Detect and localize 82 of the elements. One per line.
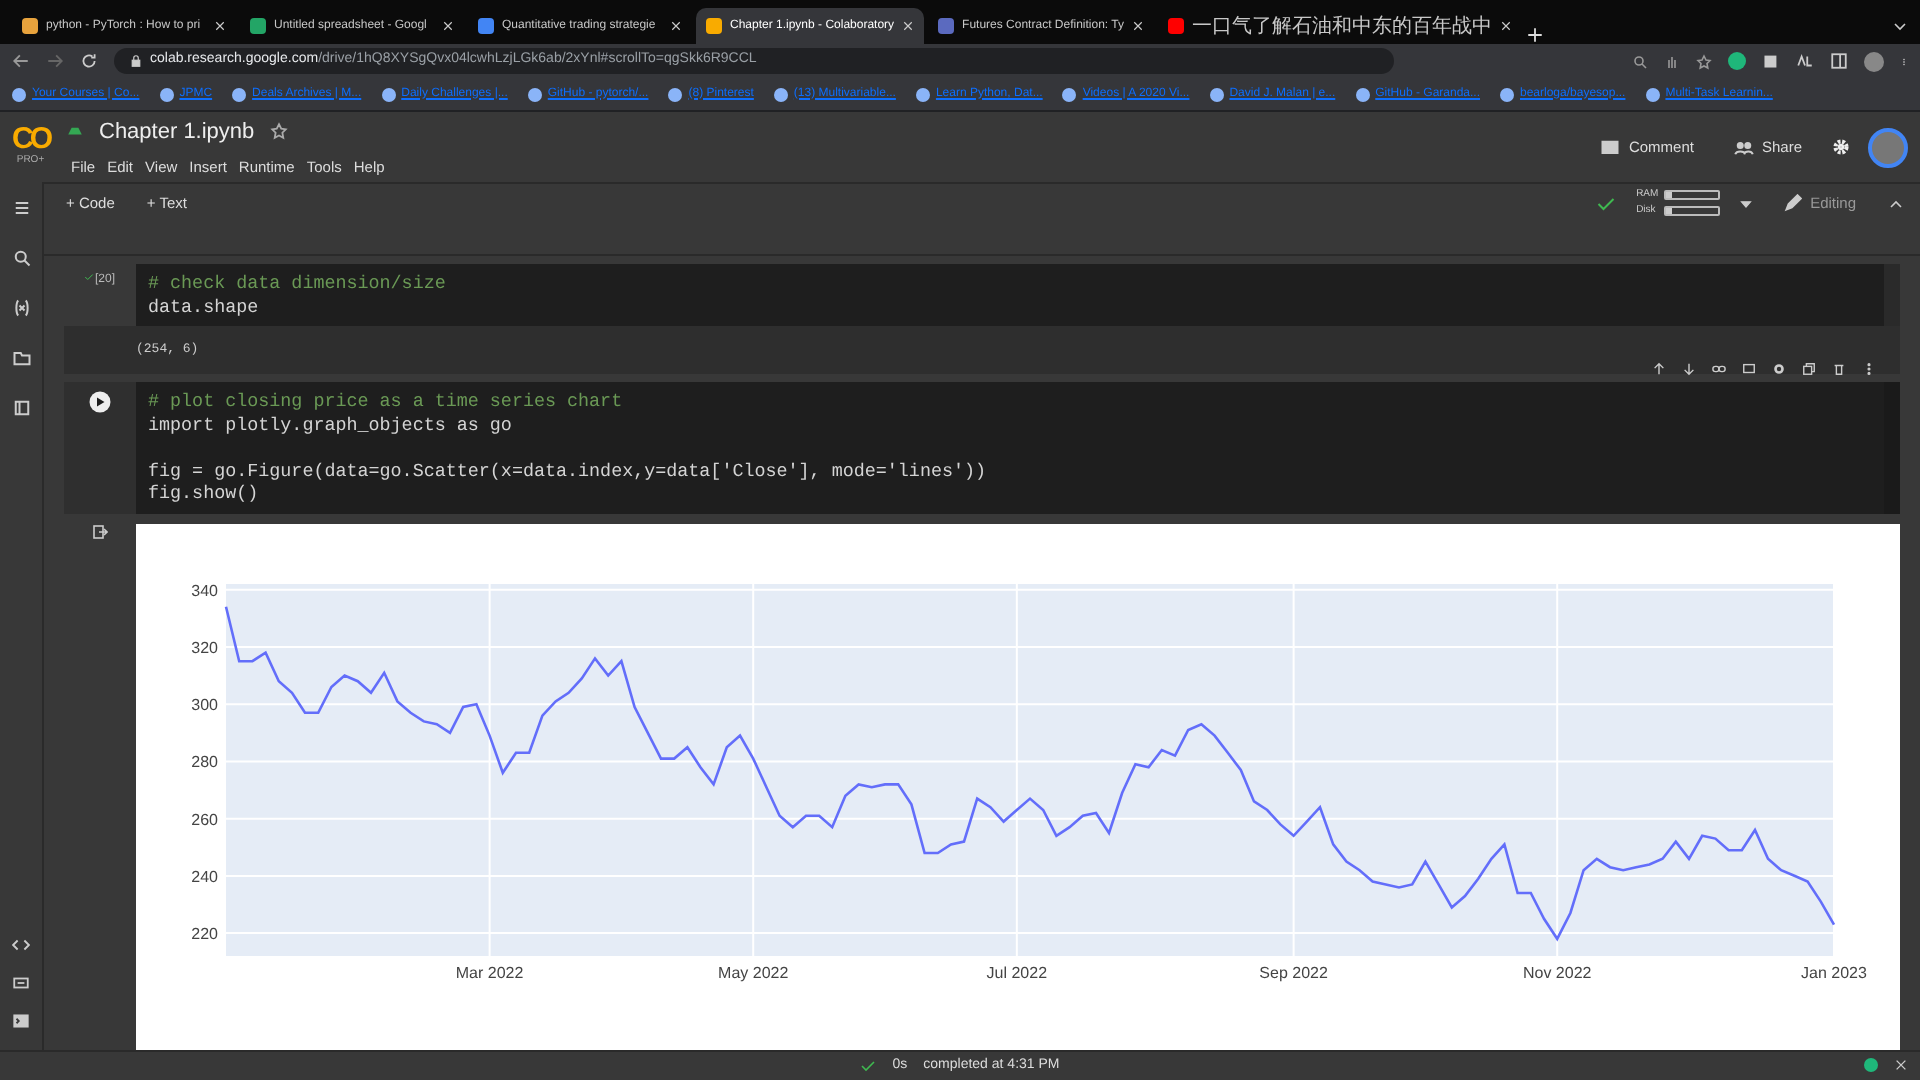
bookmark-favicon <box>12 87 26 101</box>
bookmark-favicon <box>232 87 247 101</box>
bookmark-favicon <box>159 87 174 101</box>
star-icon[interactable] <box>1696 53 1712 69</box>
y-tick-label: 300 <box>191 695 218 714</box>
account-avatar[interactable] <box>1868 127 1908 167</box>
people-icon <box>1733 137 1754 157</box>
code-line: fig.show() <box>148 482 261 505</box>
zoom-icon[interactable] <box>1632 53 1648 69</box>
variables-icon[interactable] <box>11 298 31 318</box>
comment-icon <box>1600 137 1621 157</box>
colab-logo[interactable]: CO <box>12 124 49 155</box>
move-up-icon[interactable] <box>1652 362 1666 376</box>
check-icon <box>860 1058 877 1074</box>
settings-icon[interactable] <box>1772 362 1786 376</box>
close-icon[interactable] <box>1131 20 1144 32</box>
menu-icon[interactable] <box>11 198 31 218</box>
run-button[interactable] <box>88 390 112 414</box>
browser-tab[interactable]: 一口气了解石油和中东的百年战中 <box>1157 8 1522 44</box>
y-tick-label: 220 <box>191 924 218 943</box>
bookmark-favicon <box>381 87 396 101</box>
trash-icon[interactable] <box>1832 362 1846 376</box>
code-line: # check data dimension/size <box>148 272 448 295</box>
close-icon[interactable] <box>1894 1058 1908 1072</box>
close-icon[interactable] <box>1499 20 1512 32</box>
snippets-icon[interactable] <box>11 398 31 418</box>
x-tick-label: Mar 2022 <box>455 963 524 981</box>
move-down-icon[interactable] <box>1682 362 1696 376</box>
back-icon[interactable] <box>12 52 30 70</box>
copy-icon[interactable] <box>1802 362 1816 376</box>
bookmark-favicon <box>1062 87 1077 101</box>
folder-icon[interactable] <box>11 348 31 368</box>
bookmark-favicon <box>773 87 788 101</box>
x-tick-label: May 2022 <box>718 963 789 981</box>
x-tick-label: Jan 2023 <box>1801 963 1867 981</box>
close-icon[interactable] <box>670 20 682 32</box>
keyboard-icon[interactable] <box>12 974 30 992</box>
code-icon[interactable] <box>12 936 30 954</box>
profile-avatar[interactable] <box>1864 51 1884 71</box>
collapse-icon[interactable] <box>1888 195 1904 211</box>
y-tick-label: 260 <box>191 809 218 828</box>
bookmark-favicon <box>1355 87 1370 101</box>
bookmark-favicon <box>1209 87 1224 101</box>
code-line: data.shape <box>148 295 261 318</box>
output-icon[interactable] <box>92 523 108 539</box>
x-tick-label: Nov 2022 <box>1522 963 1592 981</box>
more-icon[interactable] <box>1862 362 1876 376</box>
close-icon[interactable] <box>902 20 915 32</box>
check-icon <box>1596 193 1617 213</box>
y-tick-label: 320 <box>191 637 218 656</box>
check-icon <box>84 272 95 282</box>
new-tab-icon[interactable] <box>1525 26 1544 44</box>
search-icon[interactable] <box>11 248 31 268</box>
bookmark-favicon <box>527 87 542 101</box>
star-icon[interactable] <box>270 122 289 141</box>
bookmark-favicon <box>1645 87 1660 101</box>
y-tick-label: 280 <box>191 752 218 771</box>
link-icon[interactable] <box>1712 362 1726 376</box>
x-tick-label: Sep 2022 <box>1259 963 1328 981</box>
chevron-down-icon[interactable] <box>1892 18 1908 34</box>
dropdown-icon[interactable] <box>1740 197 1753 209</box>
code-editor[interactable]: # check data dimension/size data.shape <box>136 264 1900 326</box>
reload-icon[interactable] <box>80 52 98 70</box>
notebook-title[interactable]: Chapter 1.ipynb <box>99 115 255 149</box>
terminal-icon[interactable] <box>12 1012 30 1030</box>
connection-dot <box>1864 1058 1878 1072</box>
bookmark-favicon <box>668 87 683 101</box>
y-tick-label: 340 <box>191 580 218 599</box>
code-line: fig = go.Figure(data=go.Scatter(x=data.index,y=data['Close'], mode='lines')) <box>148 459 989 482</box>
bookmark-favicon <box>915 87 930 101</box>
x-tick-label: Jul 2022 <box>986 963 1048 981</box>
lock-icon <box>130 54 142 68</box>
close-icon[interactable] <box>214 20 226 32</box>
pencil-icon <box>1784 194 1803 212</box>
bookmark-favicon <box>1500 87 1514 101</box>
code-line: # plot closing price as a time series chart <box>148 390 625 413</box>
code-line: import plotly.graph_objects as go <box>148 413 514 436</box>
tab-title: 一口气了解石油和中东的百年战中 <box>1191 15 1492 37</box>
close-icon[interactable] <box>442 20 454 32</box>
sidebar-icon[interactable] <box>1830 52 1848 70</box>
comment-icon[interactable] <box>1742 362 1756 376</box>
y-tick-label: 240 <box>191 866 218 885</box>
